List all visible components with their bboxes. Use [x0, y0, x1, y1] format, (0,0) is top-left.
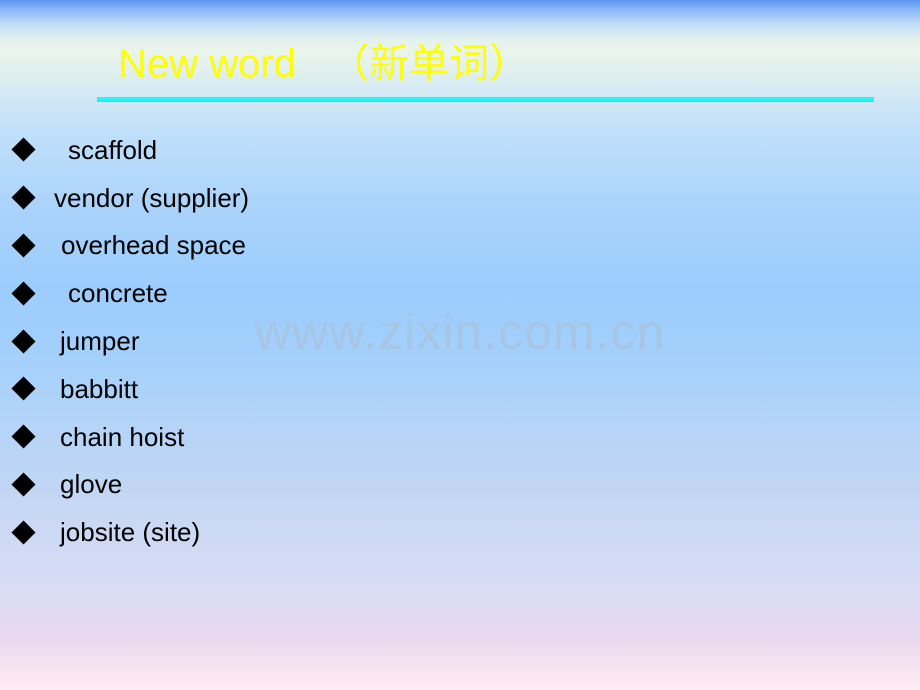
vocab-term-en: jumper [60, 326, 140, 357]
vocabulary-list-english: scaffold vendor (supplier) overhead spac… [0, 126, 470, 556]
list-item: jobsite (site) [0, 508, 470, 556]
page-title-english: New word [118, 42, 296, 86]
slide-canvas: www.zixin.com.cn New word （新单词） scaffold… [0, 0, 920, 690]
vocabulary-list-chinese: 脚手架 供应商 顶层空间 混凝土的 跳线 巴氏合金 手动葫芦 手套 [495, 129, 915, 559]
list-item: 巴氏合金 [495, 368, 915, 416]
list-item: 脚手架 [495, 129, 915, 177]
vocab-term-en: babbitt [60, 373, 139, 404]
vocab-term-en: concrete [68, 278, 168, 309]
page-title-chinese: （新单词） [329, 41, 530, 87]
list-item: overhead space [0, 222, 470, 270]
list-item: 手套 [495, 464, 915, 512]
list-item: chain hoist [0, 413, 470, 461]
vocab-term-en: glove [60, 469, 123, 500]
page-title-spacer [296, 42, 329, 86]
vocab-term-en: chain hoist [60, 421, 185, 452]
list-item: glove [0, 461, 470, 509]
title-underline-rule [97, 97, 874, 101]
vocab-term-en: jobsite (site) [60, 517, 201, 548]
vocab-term-en: vendor (supplier) [54, 182, 250, 213]
list-item: 供应商 [495, 177, 915, 225]
list-item: jumper [0, 317, 470, 365]
list-item: 混凝土的 [495, 272, 915, 320]
list-item: 手动葫芦 [495, 416, 915, 464]
list-item: scaffold [0, 126, 470, 174]
list-item: concrete [0, 269, 470, 317]
vocab-term-en: scaffold [68, 134, 158, 165]
page-title: New word （新单词） [118, 40, 529, 88]
list-item: 顶层空间 [495, 225, 915, 273]
list-item: babbitt [0, 365, 470, 413]
vocab-term-en: overhead space [61, 230, 247, 261]
list-item: vendor (supplier) [0, 174, 470, 222]
list-item: (工作)现场 [495, 511, 915, 559]
list-item: 跳线 [495, 320, 915, 368]
